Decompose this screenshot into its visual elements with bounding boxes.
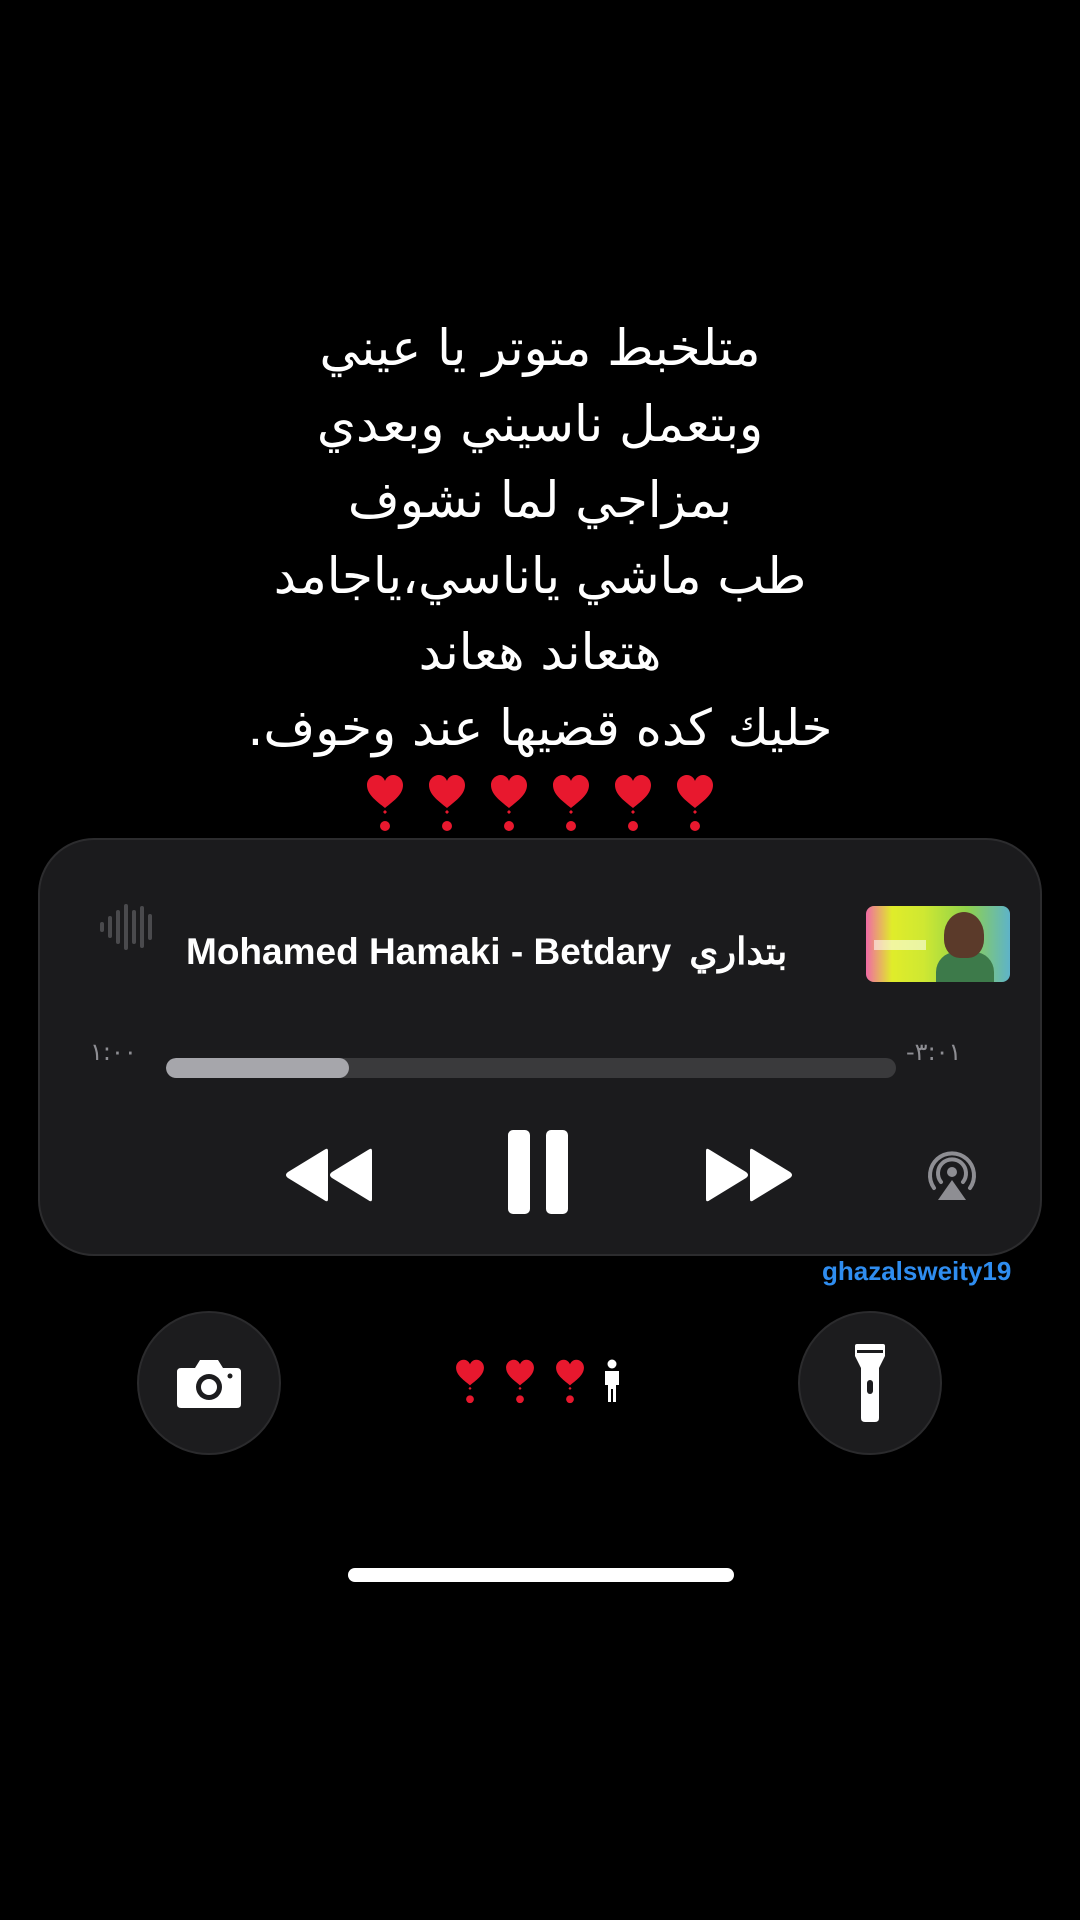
airplay-icon [928, 1151, 976, 1200]
progress-bar[interactable] [166, 1058, 896, 1078]
rewind-icon [286, 1148, 372, 1202]
lyric-line-2: وبتعمل ناسيني وبعدي [316, 395, 764, 453]
fast-forward-icon [706, 1148, 792, 1202]
status-hearts-row [452, 1358, 622, 1408]
airplay-button[interactable] [920, 1144, 984, 1208]
lyric-line-6: خليك كده قضيها عند وخوف. [247, 699, 833, 757]
lyric-line-5: هتعاند هعاند [418, 623, 662, 681]
hearts-row [0, 774, 1080, 836]
progress-fill [166, 1058, 349, 1078]
heart-exclamation-icon [675, 774, 715, 836]
pause-icon [508, 1130, 568, 1214]
heart-exclamation-icon [365, 774, 405, 836]
rewind-button[interactable] [280, 1140, 380, 1210]
heart-exclamation-icon [502, 1359, 538, 1407]
album-artwork[interactable] [866, 906, 1010, 982]
remaining-time: -٣:٠١ [906, 1038, 962, 1066]
lyrics-block: متلخبط متوتر يا عيني وبتعمل ناسيني وبعدي… [0, 310, 1080, 836]
heart-exclamation-icon [613, 774, 653, 836]
lock-screen: متلخبط متوتر يا عيني وبتعمل ناسيني وبعدي… [0, 0, 1080, 1920]
track-title[interactable]: Mohamed Hamaki - Betdary بتداري [186, 924, 836, 980]
heart-exclamation-icon [427, 774, 467, 836]
flashlight-icon [855, 1344, 885, 1422]
flashlight-button[interactable] [798, 1311, 942, 1455]
now-playing-widget[interactable]: Mohamed Hamaki - Betdary بتداري ١:٠٠ -٣:٠… [38, 838, 1042, 1256]
heart-exclamation-icon [489, 774, 529, 836]
heart-exclamation-icon [452, 1359, 488, 1407]
track-title-arabic: بتداري [689, 931, 788, 972]
lyric-line-1: متلخبط متوتر يا عيني [319, 319, 761, 377]
track-title-text: Mohamed Hamaki - Betdary [186, 931, 672, 972]
fast-forward-button[interactable] [698, 1140, 798, 1210]
watermark-username: ghazalsweity19 [822, 1256, 1012, 1286]
audio-waveform-icon [98, 902, 152, 952]
person-icon [602, 1359, 622, 1407]
heart-exclamation-icon [552, 1359, 588, 1407]
pause-button[interactable] [498, 1124, 578, 1220]
lyric-line-3: بمزاجي لما نشوف [347, 471, 733, 529]
camera-button[interactable] [137, 1311, 281, 1455]
elapsed-time: ١:٠٠ [90, 1038, 137, 1066]
lyric-line-4: طب ماشي ياناسي،ياجامد [273, 547, 807, 605]
home-indicator[interactable] [348, 1568, 734, 1582]
camera-icon [177, 1360, 241, 1408]
heart-exclamation-icon [551, 774, 591, 836]
